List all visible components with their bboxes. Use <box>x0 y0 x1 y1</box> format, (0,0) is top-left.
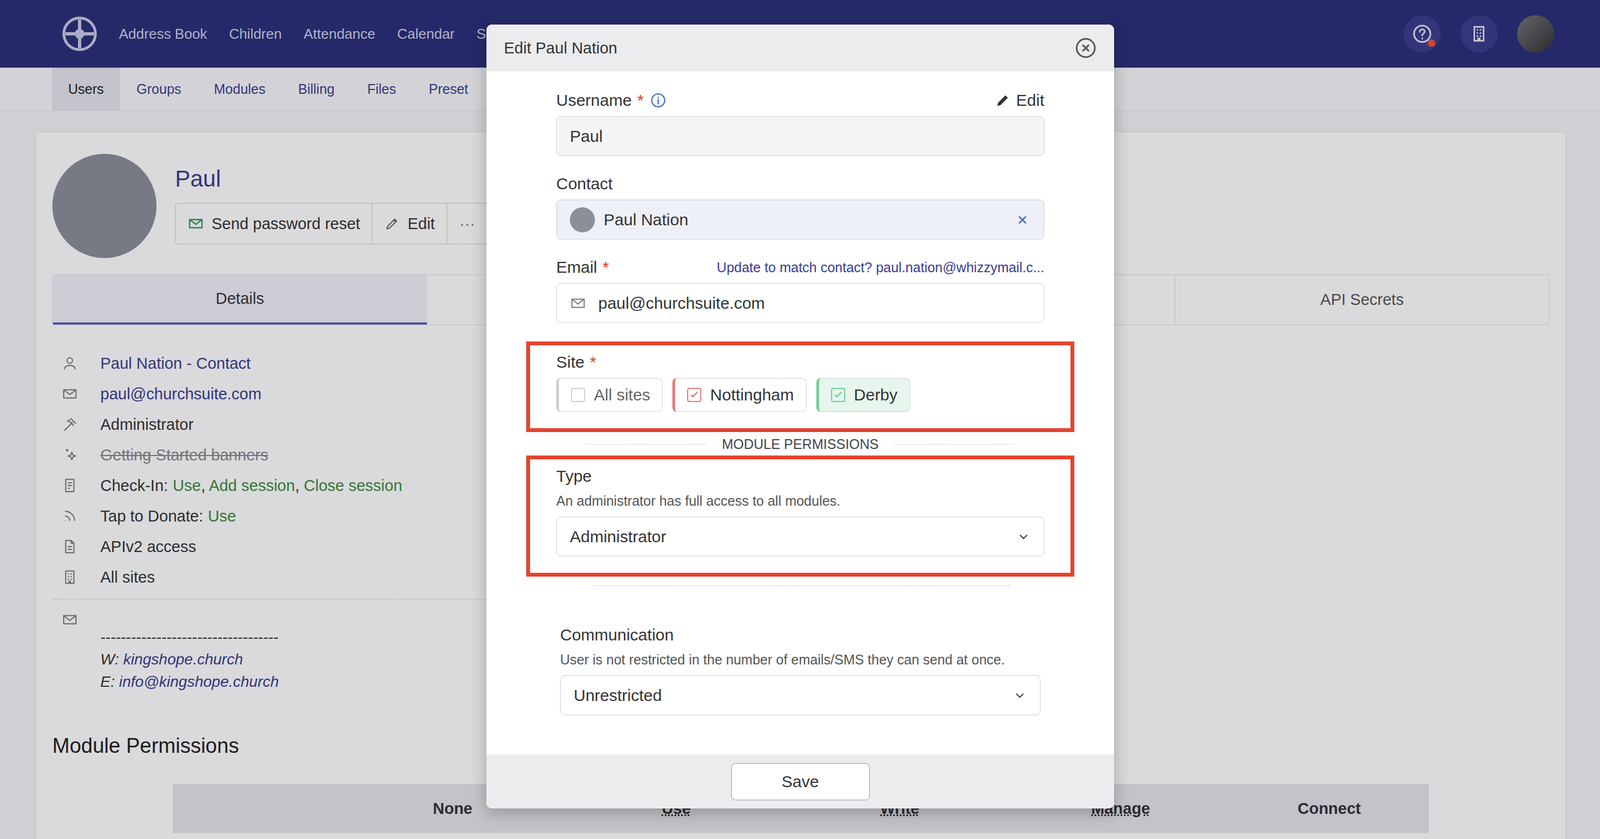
required-mark: * <box>590 352 597 372</box>
edit-label: Edit <box>1015 91 1045 110</box>
site-section: Site* All sites Nottingham Derby <box>526 341 1075 432</box>
divider-label: MODULE PERMISSIONS <box>722 436 880 453</box>
divider-line <box>586 443 706 445</box>
edit-username-button[interactable]: Edit <box>995 91 1045 110</box>
page: Address BookChildrenAttendanceCalendarSU… <box>0 0 1600 839</box>
select-value: Unrestricted <box>573 686 1001 705</box>
chevron-down-icon <box>1012 688 1027 703</box>
communication-select[interactable]: Unrestricted <box>560 675 1041 715</box>
pencil-icon <box>995 92 1011 108</box>
info-icon[interactable] <box>650 92 667 109</box>
close-icon[interactable] <box>1074 37 1097 59</box>
label-row: Email* Update to match contact? paul.nati… <box>556 257 1045 277</box>
edit-user-modal: Edit Paul Nation Username * Edit Paul Contac… <box>486 24 1115 809</box>
chevron-down-icon <box>1016 529 1031 544</box>
save-button[interactable]: Save <box>731 762 870 800</box>
contact-photo <box>569 207 595 233</box>
email-value: paul@churchsuite.com <box>598 293 1031 313</box>
username-input[interactable]: Paul <box>556 116 1045 156</box>
required-mark: * <box>636 91 644 110</box>
site-option[interactable]: Nottingham <box>672 377 806 412</box>
check-icon <box>688 389 700 401</box>
field-label: Username * <box>556 91 667 110</box>
label-row: Site* <box>556 352 1045 372</box>
type-section: Type An administrator has full access to … <box>526 455 1075 577</box>
site-option[interactable]: Derby <box>816 377 911 412</box>
field-help: User is not restricted in the number of … <box>560 651 1041 668</box>
modal-footer: Save <box>486 754 1115 809</box>
type-select[interactable]: Administrator <box>556 516 1045 557</box>
field-help: An administrator has full access to all … <box>556 492 1045 509</box>
email-input[interactable]: paul@churchsuite.com <box>556 283 1045 323</box>
field-label: Site* <box>556 352 597 372</box>
site-checkbox[interactable] <box>831 387 846 402</box>
check-icon <box>832 389 844 401</box>
module-permissions-divider: MODULE PERMISSIONS <box>556 436 1045 453</box>
username-field: Username * Edit Paul <box>556 91 1045 156</box>
site-label: Nottingham <box>710 385 794 405</box>
label-row: Username * Edit <box>556 91 1045 110</box>
site-option[interactable]: All sites <box>556 377 663 412</box>
site-checkbox[interactable] <box>570 387 586 402</box>
email-field: Email* Update to match contact? paul.nati… <box>556 257 1045 323</box>
modal-header: Edit Paul Nation <box>486 24 1115 72</box>
site-label: All sites <box>593 385 651 405</box>
contact-field: Contact Paul Nation <box>556 174 1045 240</box>
field-label: Contact <box>556 174 613 194</box>
communication-section: Communication User is not restricted in t… <box>526 616 1075 719</box>
site-checkbox[interactable] <box>687 387 702 402</box>
modal-title: Edit Paul Nation <box>503 39 618 58</box>
mail-icon <box>569 295 587 312</box>
match-contact-link[interactable]: Update to match contact? paul.nation@whi… <box>716 259 1045 276</box>
clear-icon[interactable] <box>1014 211 1031 228</box>
separator-line <box>591 585 1010 586</box>
divider-line <box>894 443 1014 445</box>
label-row: Contact <box>556 174 1045 194</box>
contact-input[interactable]: Paul Nation <box>556 199 1045 240</box>
select-value: Administrator <box>569 527 1005 546</box>
field-label: Type <box>556 466 592 486</box>
modal-body: Username * Edit Paul Contact Paul Nation Emai… <box>486 71 1115 755</box>
contact-value: Paul Nation <box>603 210 1006 230</box>
site-label: Derby <box>853 385 898 405</box>
required-mark: * <box>602 257 610 277</box>
site-options: All sites Nottingham Derby <box>556 377 1045 412</box>
field-label: Communication <box>560 625 674 645</box>
field-label: Email* <box>556 257 610 277</box>
